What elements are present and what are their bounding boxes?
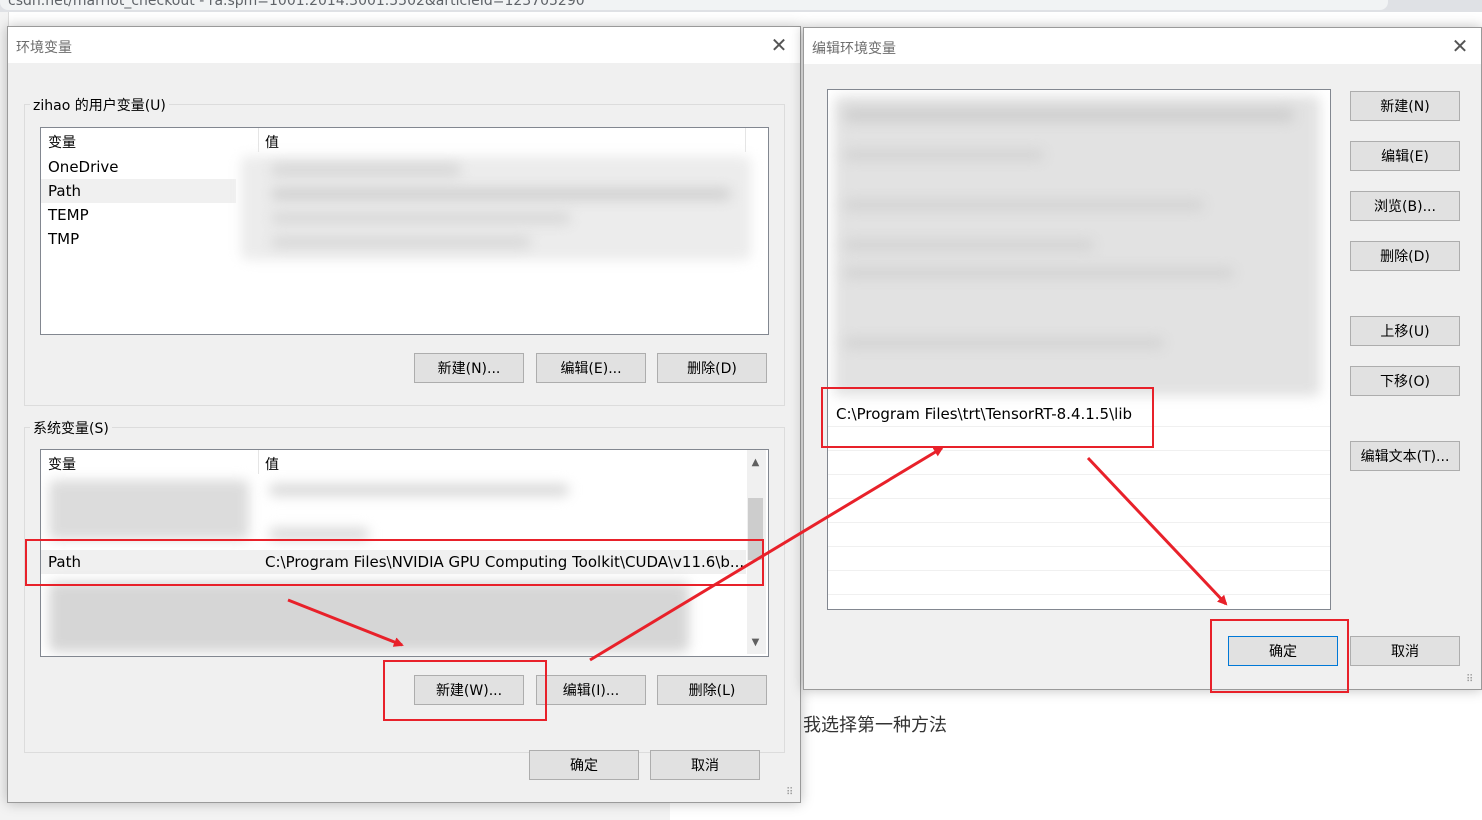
arrow-to-new-button bbox=[287, 598, 404, 647]
annotation-arrows bbox=[287, 446, 1228, 662]
arrow-to-ok-button bbox=[1086, 456, 1228, 606]
arrow-to-new-entry bbox=[589, 446, 944, 662]
